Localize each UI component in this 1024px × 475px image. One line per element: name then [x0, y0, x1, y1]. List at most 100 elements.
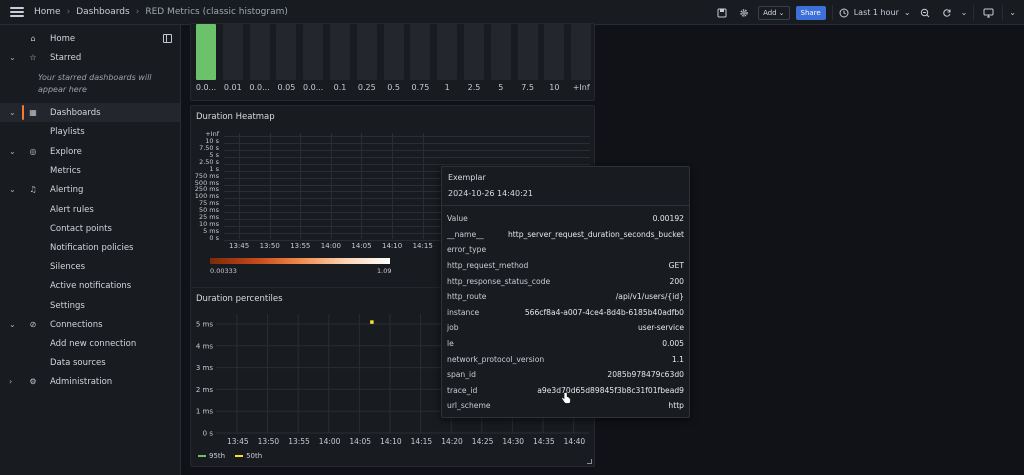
starred-empty-note: Your starred dashboards will appear here: [38, 73, 152, 94]
bucket-cell: [437, 24, 458, 80]
chevron-down-icon[interactable]: ⌄: [9, 320, 16, 329]
x-tick-label: 13:45: [229, 242, 250, 250]
field-value: /api/v1/users/{id}: [615, 292, 684, 302]
legend-item-95th[interactable]: 95th: [198, 452, 225, 460]
field-key: job: [447, 323, 459, 333]
bucket-cell: [196, 24, 216, 80]
tooltip-row: error_type: [442, 242, 689, 258]
field-key: http_response_status_code: [447, 276, 551, 286]
sidebar-item-playlists[interactable]: Playlists: [0, 122, 180, 141]
bucket-label: 0.0...: [249, 83, 270, 92]
chart-legend: 95th 50th: [198, 452, 262, 460]
scale-max: 1.09: [377, 267, 392, 275]
sidebar-item-settings[interactable]: Settings: [0, 296, 180, 315]
sidebar-item-alert-rules[interactable]: Alert rules: [0, 200, 180, 219]
breadcrumb-home[interactable]: Home: [34, 7, 61, 17]
data-point-50th[interactable]: [370, 320, 374, 324]
sidebar-item-connections[interactable]: ⌄ ⊘ Connections: [0, 315, 180, 334]
bucket-label: 2.5: [467, 83, 481, 92]
sidebar-item-active-notifications[interactable]: Active notifications: [0, 276, 180, 295]
sidebar-item-explore[interactable]: ⌄ ◎ Explore: [0, 142, 180, 161]
time-range-label: Last 1 hour: [853, 8, 899, 17]
legend-item-50th[interactable]: 50th: [235, 452, 262, 460]
sidebar-item-label: Starred: [50, 52, 82, 63]
resize-handle-icon[interactable]: [587, 459, 592, 464]
bucket-cell: [544, 24, 565, 80]
x-tick-label: 13:50: [259, 242, 280, 250]
grid-line: [224, 142, 590, 144]
bucket-label: +Inf: [572, 83, 590, 92]
gear-icon: ⚙: [29, 377, 37, 386]
tooltip-title: Exemplar: [448, 173, 486, 182]
sidebar-item-label: Data sources: [50, 357, 106, 368]
grid-line: [224, 136, 590, 137]
bucket-cell: [517, 24, 538, 80]
zoom-out-icon[interactable]: [917, 5, 933, 21]
sidebar-item-alerting[interactable]: ⌄ ♫ Alerting: [0, 180, 180, 199]
menu-icon[interactable]: [10, 7, 24, 17]
x-tick-label: 14:25: [472, 437, 494, 446]
sidebar-item-label: Connections: [50, 319, 103, 330]
bucket-cell: [249, 24, 270, 80]
x-tick-label: 14:00: [320, 242, 341, 250]
clock-icon: [839, 8, 849, 17]
refresh-chevron-icon[interactable]: ⌄: [961, 8, 968, 17]
sidebar-item-add-new-connection[interactable]: Add new connection: [0, 334, 180, 353]
legend-swatch: [235, 455, 244, 457]
save-icon[interactable]: [714, 5, 730, 21]
field-value: http_server_request_duration_seconds_buc…: [507, 229, 684, 239]
sidebar-item-contact-points[interactable]: Contact points: [0, 219, 180, 238]
breadcrumb-dashboards[interactable]: Dashboards: [76, 7, 130, 17]
bucket-cell: [330, 24, 350, 80]
bucket-cell: [383, 24, 404, 80]
grid-line: [239, 133, 240, 239]
x-tick-label: 14:15: [411, 437, 433, 446]
legend-label: 95th: [209, 452, 226, 460]
bucket-panel[interactable]: 0.0... 0.01 0.0... 0.05 0.0... 0.1 0.25 0.5 0.75…: [190, 23, 595, 101]
share-label: Share: [800, 8, 821, 17]
chevron-right-icon[interactable]: ›: [9, 377, 12, 386]
add-label: Add: [763, 8, 777, 17]
chevron-down-icon[interactable]: ⌄: [9, 108, 16, 117]
sidebar-item-data-sources[interactable]: Data sources: [0, 353, 180, 372]
field-key: http_route: [447, 292, 487, 302]
field-value: http: [668, 401, 684, 411]
sidebar-item-label: Dashboards: [50, 107, 101, 118]
sidebar-item-label: Explore: [50, 146, 82, 157]
share-button[interactable]: Share: [795, 5, 826, 20]
sidebar-item-label: Add new connection: [50, 338, 137, 349]
bucket-label: 0.0...: [195, 83, 217, 92]
time-picker[interactable]: Last 1 hour ⌄: [839, 8, 911, 18]
chevron-down-icon: ⌄: [778, 8, 785, 17]
refresh-icon[interactable]: [939, 5, 955, 21]
field-value: 0.005: [662, 339, 684, 349]
bucket-cell: [571, 24, 592, 80]
chevron-down-icon[interactable]: ⌄: [9, 185, 16, 194]
x-tick-label: 14:10: [382, 242, 403, 250]
tooltip-row: http_response_status_code 200: [442, 273, 689, 289]
sidebar-item-starred[interactable]: ⌄ ☆ Starred: [0, 48, 180, 67]
field-value: 2085b978479c63d0: [607, 370, 684, 380]
chevron-down-icon[interactable]: ⌄: [9, 147, 16, 156]
sidebar-item-dashboards[interactable]: ⌄ ▦ Dashboards: [0, 103, 180, 122]
sidebar-item-notification-policies[interactable]: Notification policies: [0, 238, 180, 257]
grid-line: [392, 133, 393, 239]
tooltip-timestamp: 2024-10-26 14:40:21: [448, 189, 533, 198]
chevron-down-icon[interactable]: ⌄: [1009, 8, 1016, 17]
add-button[interactable]: Add ⌄: [758, 5, 790, 20]
chevron-down-icon[interactable]: ⌄: [9, 53, 16, 62]
sidebar-item-label: Active notifications: [50, 280, 132, 291]
sidebar-item-silences[interactable]: Silences: [0, 257, 180, 276]
sidebar-item-label: Playlists: [50, 126, 85, 137]
sidebar-item-label: Contact points: [50, 223, 112, 234]
sidebar-item-administration[interactable]: › ⚙ Administration: [0, 372, 180, 391]
gear-icon[interactable]: [736, 5, 752, 21]
bucket-label: 10: [549, 83, 560, 92]
divider: [973, 5, 975, 20]
tooltip-row: network_protocol_version 1.1: [442, 351, 689, 367]
tv-mode-icon[interactable]: [980, 5, 996, 21]
divider: [831, 5, 833, 20]
sidebar-item-home[interactable]: ⌂ Home: [0, 29, 180, 48]
x-tick-label: 14:05: [351, 242, 372, 250]
sidebar-item-metrics[interactable]: Metrics: [0, 161, 180, 180]
